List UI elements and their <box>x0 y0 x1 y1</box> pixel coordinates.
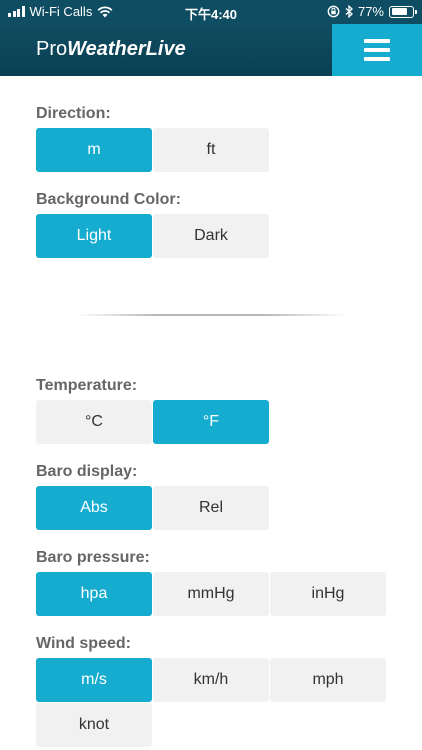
status-bar-right: 77% <box>327 4 417 19</box>
temperature-label: Temperature: <box>36 377 138 394</box>
rotation-lock-icon <box>327 5 340 18</box>
wind-speed-option-mph[interactable]: mph <box>270 658 386 702</box>
wind-speed-option-ms[interactable]: m/s <box>36 658 152 702</box>
background-option-dark[interactable]: Dark <box>153 214 269 258</box>
baro-display-options: Abs Rel <box>36 486 387 530</box>
background-color-label: Background Color: <box>36 191 181 208</box>
baro-display-option-abs[interactable]: Abs <box>36 486 152 530</box>
battery-icon <box>389 5 417 18</box>
direction-option-m[interactable]: m <box>36 128 152 172</box>
battery-fill <box>391 8 407 15</box>
brand-pro: Pro <box>36 38 68 60</box>
bluetooth-icon <box>345 5 353 18</box>
battery-percent: 77% <box>357 4 384 19</box>
baro-display-option-rel[interactable]: Rel <box>153 486 269 530</box>
wind-speed-option-kmh[interactable]: km/h <box>153 658 269 702</box>
wind-speed-options: m/s km/h mph knot <box>36 658 387 747</box>
baro-pressure-options: hpa mmHg inHg <box>36 572 387 616</box>
wind-speed-label: Wind speed: <box>36 635 131 652</box>
status-bar: Wi-Fi Calls 下午4:40 77% <box>0 0 422 24</box>
baro-display-label: Baro display: <box>36 463 138 480</box>
brand-weatherlive: WeatherLive <box>67 38 186 60</box>
section-divider <box>75 314 347 316</box>
baro-pressure-option-hpa[interactable]: hpa <box>36 572 152 616</box>
baro-pressure-label: Baro pressure: <box>36 549 150 566</box>
wind-speed-option-knot[interactable]: knot <box>36 703 152 747</box>
direction-options: m ft <box>36 128 387 172</box>
hamburger-menu-icon[interactable] <box>332 24 422 76</box>
temperature-option-fahrenheit[interactable]: °F <box>153 400 269 444</box>
temperature-option-celsius[interactable]: °C <box>36 400 152 444</box>
app-header: ProWeatherLive <box>0 24 422 76</box>
direction-option-ft[interactable]: ft <box>153 128 269 172</box>
temperature-options: °C °F <box>36 400 387 444</box>
baro-pressure-option-mmhg[interactable]: mmHg <box>153 572 269 616</box>
direction-label: Direction: <box>36 105 111 122</box>
app-logo: ProWeatherLive <box>36 38 186 61</box>
background-option-light[interactable]: Light <box>36 214 152 258</box>
baro-pressure-option-inhg[interactable]: inHg <box>270 572 386 616</box>
background-color-options: Light Dark <box>36 214 387 258</box>
